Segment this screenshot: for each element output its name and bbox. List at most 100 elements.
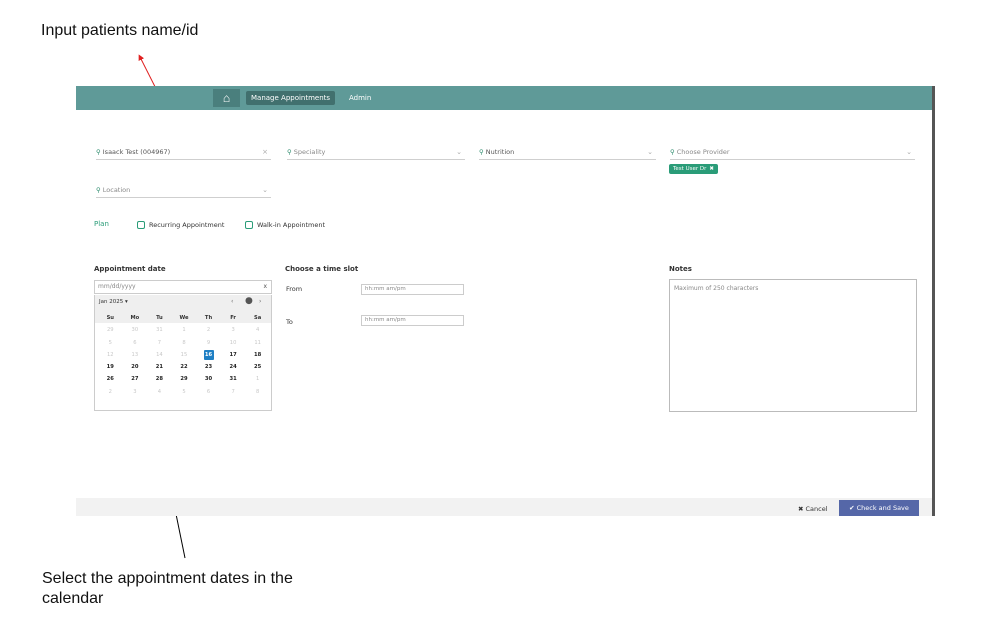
calendar-week: 26 27 28 29 30 31 1 [98, 373, 270, 385]
calendar-day: 3 [231, 327, 235, 334]
date-placeholder: mm/dd/yyyy [98, 283, 136, 290]
time-slot-title: Choose a time slot [285, 265, 359, 273]
search-icon: ⚲ [670, 148, 675, 156]
calendar-day: 6 [133, 339, 137, 346]
calendar-day-selected[interactable]: 16 [196, 349, 221, 361]
search-icon: ⚲ [479, 148, 484, 156]
walkin-label: Walk-in Appointment [257, 221, 326, 229]
calendar-day[interactable]: 25 [245, 361, 270, 373]
calendar-day[interactable]: 21 [147, 361, 172, 373]
provider-select[interactable]: ⚲ Choose Provider ⌄ [670, 145, 915, 160]
provider-chip: Test User Dr ✖ [669, 164, 718, 174]
selected-day-label: 16 [203, 349, 214, 360]
today-icon[interactable]: ● [245, 296, 253, 306]
cancel-button[interactable]: ✖ Cancel [798, 505, 828, 513]
nutrition-select[interactable]: ⚲ Nutrition ⌄ [479, 145, 656, 160]
calendar-day[interactable]: 17 [221, 349, 246, 361]
walkin-appointment-checkbox[interactable]: Walk-in Appointment [245, 220, 325, 230]
calendar-day: 8 [182, 339, 186, 346]
calendar-day[interactable]: 23 [196, 361, 221, 373]
home-icon[interactable]: ⌂ [213, 89, 240, 107]
calendar-day: 30 [131, 327, 139, 334]
calendar-day[interactable]: 20 [123, 361, 148, 373]
calendar-day[interactable]: 6 [196, 386, 221, 398]
appointment-date-title: Appointment date [94, 265, 166, 273]
recurring-appointment-checkbox[interactable]: Recurring Appointment [137, 220, 224, 230]
calendar-day: 9 [206, 339, 211, 346]
weekday-label: Sa [254, 315, 262, 321]
location-placeholder: Location [102, 186, 131, 194]
calendar-day: 11 [254, 339, 261, 346]
calendar-week: 2 3 4 5 6 7 8 [98, 386, 270, 398]
calendar-day[interactable]: 1 [245, 373, 270, 385]
weekday-label: Fr [230, 315, 236, 321]
speciality-placeholder: Speciality [293, 148, 326, 156]
calendar-day[interactable]: 27 [123, 373, 148, 385]
chevron-down-icon: ⌄ [906, 148, 912, 156]
annotation-patient-input: Input patients name/id [41, 22, 199, 39]
location-select[interactable]: ⚲ Location ⌄ [96, 183, 271, 198]
calendar-day: 7 [157, 339, 162, 346]
from-label: From [286, 285, 303, 293]
annotation-calendar: Select the appointment dates in the cale… [42, 570, 293, 607]
calendar-day[interactable]: 31 [221, 373, 246, 385]
calendar-day[interactable]: 29 [172, 373, 197, 385]
weekday-row: Su Mo Tu We Th Fr Sa [98, 312, 270, 324]
speciality-select[interactable]: ⚲ Speciality ⌄ [287, 145, 465, 160]
calendar-day: 5 [108, 339, 112, 346]
nav-admin[interactable]: Admin [344, 91, 376, 105]
calendar-day[interactable]: 19 [98, 361, 123, 373]
calendar-week: 12 13 14 15 16 17 18 [98, 349, 270, 361]
nav-manage-appointments[interactable]: Manage Appointments [246, 91, 336, 105]
calendar: Jan 2025 ▾ ‹ ● › Su Mo Tu We Th Fr Sa 29… [94, 295, 272, 411]
calendar-day[interactable]: 26 [98, 373, 123, 385]
calendar-week: 29 30 31 1 2 3 4 [98, 324, 270, 336]
clear-date-icon[interactable]: x [263, 281, 267, 293]
chevron-down-icon: ⌄ [262, 186, 268, 194]
chevron-left-icon[interactable]: ‹ [231, 298, 233, 305]
calendar-day[interactable]: 5 [172, 386, 197, 398]
calendar-day: 12 [106, 351, 114, 358]
calendar-day[interactable]: 24 [221, 361, 246, 373]
plan-label: Plan [94, 220, 109, 228]
calendar-day[interactable]: 8 [245, 386, 270, 398]
calendar-week: 19 20 21 22 23 24 25 [98, 361, 270, 373]
calendar-day[interactable]: 3 [123, 386, 148, 398]
notes-title: Notes [669, 265, 692, 273]
from-time-input[interactable]: hh:mm am/pm [361, 284, 464, 295]
calendar-day: 2 [206, 327, 211, 334]
calendar-day: 1 [182, 327, 186, 334]
weekday-label: Mo [130, 315, 140, 321]
calendar-day[interactable]: 7 [221, 386, 246, 398]
calendar-day: 4 [256, 327, 260, 334]
checkbox-box[interactable] [137, 221, 145, 229]
appointment-app: ⌂ Manage Appointments Admin ⚲ Isaack Test… [76, 86, 935, 516]
chevron-right-icon[interactable]: › [259, 298, 261, 305]
recurring-label: Recurring Appointment [149, 221, 225, 229]
calendar-day: 13 [131, 351, 139, 358]
notes-textarea[interactable]: Maximum of 250 characters [669, 279, 917, 412]
calendar-day[interactable]: 22 [172, 361, 197, 373]
clear-icon[interactable]: × [262, 145, 268, 159]
search-icon: ⚲ [96, 186, 101, 194]
calendar-day[interactable]: 28 [147, 373, 172, 385]
calendar-day: 15 [180, 351, 188, 358]
chip-remove-icon[interactable]: ✖ [709, 166, 714, 172]
calendar-day[interactable]: 2 [98, 386, 123, 398]
calendar-day[interactable]: 30 [196, 373, 221, 385]
calendar-day: 14 [156, 351, 163, 358]
patient-search-input[interactable]: ⚲ Isaack Test (004967) × [96, 145, 271, 160]
to-time-input[interactable]: hh:mm am/pm [361, 315, 464, 326]
footer-bar: ✖ Cancel ✔ Check and Save [76, 498, 932, 516]
patient-value: Isaack Test (004967) [102, 148, 171, 156]
provider-chip-label: Test User Dr [673, 166, 707, 172]
month-selector[interactable]: Jan 2025 ▾ [99, 299, 128, 305]
check-and-save-button[interactable]: ✔ Check and Save [839, 500, 919, 516]
checkbox-box[interactable] [245, 221, 253, 229]
weekday-label: Tu [156, 315, 163, 321]
date-input[interactable]: mm/dd/yyyy x [94, 280, 272, 294]
chevron-down-icon: ⌄ [647, 148, 653, 156]
calendar-day[interactable]: 4 [147, 386, 172, 398]
weekday-label: We [179, 315, 189, 321]
calendar-day[interactable]: 18 [245, 349, 270, 361]
